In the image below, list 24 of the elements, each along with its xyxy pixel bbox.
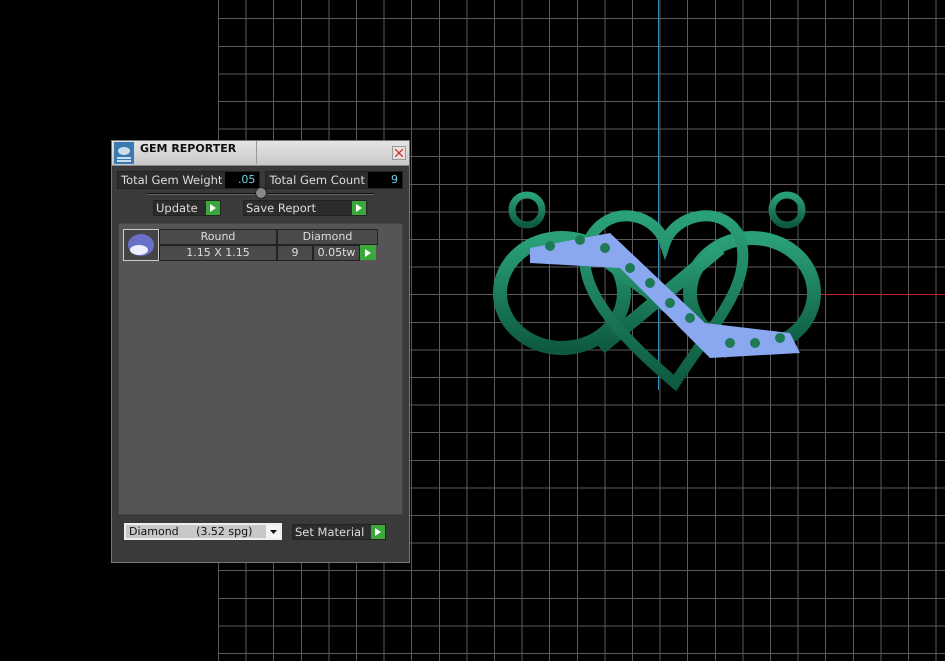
play-icon <box>365 248 371 256</box>
action-button[interactable]: Update <box>153 200 221 216</box>
close-icon <box>395 149 403 157</box>
play-icon <box>375 528 381 536</box>
play-icon <box>356 204 362 212</box>
gem-size: 1.15 X 1.15 <box>159 245 277 261</box>
caret-icon <box>270 530 276 534</box>
stat-value: .05 <box>225 172 260 188</box>
stat-label: Total Gem Count <box>268 172 366 188</box>
material-dropdown[interactable]: Diamond (3.52 spg) <box>124 523 282 540</box>
close-button[interactable] <box>392 146 406 160</box>
set-material-button[interactable]: Set Material <box>292 524 386 540</box>
gem-shape: Round <box>159 229 277 245</box>
stat-label: Total Gem Weight <box>120 172 224 188</box>
gem-go-button[interactable] <box>360 245 376 260</box>
action-button[interactable]: Save Report <box>243 200 367 216</box>
gem-weight: 0.05tw <box>313 245 360 261</box>
app-icon <box>114 142 134 164</box>
gem-material: Diamond <box>277 229 378 245</box>
splitter-handle[interactable] <box>255 187 267 199</box>
gem-count: 9 <box>277 245 313 261</box>
play-icon <box>210 204 216 212</box>
window-title: GEM REPORTER <box>134 141 257 164</box>
stat-value: 9 <box>368 172 402 188</box>
